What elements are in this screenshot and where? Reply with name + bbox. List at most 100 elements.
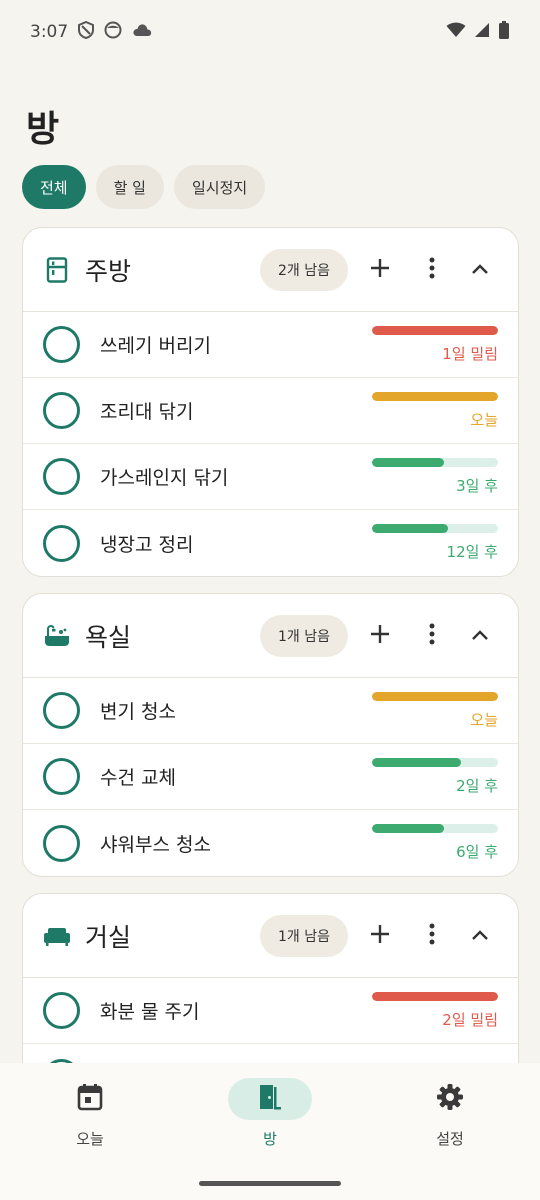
sofa-icon xyxy=(43,922,71,950)
due-progress-bar xyxy=(372,757,498,767)
room-header[interactable]: 거실 1개 남음 xyxy=(23,894,518,978)
task-status: 12일 후 xyxy=(372,524,498,562)
plus-icon xyxy=(369,623,391,649)
due-progress-bar xyxy=(372,325,498,335)
task-status: 1일 밀림 xyxy=(372,325,498,364)
plus-icon xyxy=(369,923,391,949)
task-row[interactable]: 변기 청소 오늘 xyxy=(23,678,518,744)
task-row[interactable]: 냉장고 정리 12일 후 xyxy=(23,510,518,576)
filter-chips: 전체 할 일 일시정지 xyxy=(22,165,266,209)
shield-icon xyxy=(78,20,95,44)
collapse-button[interactable] xyxy=(460,616,500,656)
due-progress-fill xyxy=(372,757,462,767)
add-task-button[interactable] xyxy=(360,916,400,956)
nav-label-settings: 설정 xyxy=(436,1130,464,1148)
task-name: 조리대 닦기 xyxy=(100,401,194,423)
due-progress-fill xyxy=(372,325,498,335)
complete-checkbox[interactable] xyxy=(43,392,80,429)
task-name: 샤워부스 청소 xyxy=(100,833,211,856)
due-progress-fill xyxy=(372,524,448,533)
task-name: 화분 물 주기 xyxy=(100,1001,200,1023)
plus-icon xyxy=(369,257,391,283)
bathtub-icon xyxy=(43,622,71,650)
cloud-icon xyxy=(132,22,152,42)
room-name: 주방 xyxy=(85,256,132,286)
due-label: 3일 후 xyxy=(456,476,498,495)
complete-checkbox[interactable] xyxy=(43,458,80,495)
filter-chip-paused[interactable]: 일시정지 xyxy=(173,165,266,209)
more-vert-icon xyxy=(429,923,435,949)
task-row[interactable] xyxy=(23,1044,518,1063)
task-name: 가스레인지 닦기 xyxy=(100,467,229,489)
calendar-icon xyxy=(77,1083,103,1115)
more-options-button[interactable] xyxy=(412,616,452,656)
more-options-button[interactable] xyxy=(412,916,452,956)
task-status: 오늘 xyxy=(372,691,498,730)
add-task-button[interactable] xyxy=(360,250,400,290)
collapse-button[interactable] xyxy=(460,916,500,956)
due-progress-fill xyxy=(372,824,444,833)
nav-pill xyxy=(48,1078,132,1120)
task-status: 2일 후 xyxy=(372,757,498,796)
due-progress-bar xyxy=(372,524,498,533)
complete-checkbox[interactable] xyxy=(43,326,80,363)
due-progress-fill xyxy=(372,691,498,701)
task-row[interactable]: 샤워부스 청소 6일 후 xyxy=(23,810,518,876)
due-progress-bar xyxy=(372,824,498,833)
wifi-icon xyxy=(446,22,466,43)
chevron-up-icon xyxy=(471,926,489,945)
filter-chip-todo[interactable]: 할 일 xyxy=(95,165,164,209)
page-title: 방 xyxy=(26,109,60,150)
room-name: 욕실 xyxy=(85,622,132,652)
complete-checkbox[interactable] xyxy=(43,824,80,862)
task-row[interactable]: 조리대 닦기 오늘 xyxy=(23,378,518,444)
due-progress-fill xyxy=(372,391,498,401)
due-progress-bar xyxy=(372,691,498,701)
room-list[interactable]: 주방 2개 남음 쓰레기 버리기 1일 밀림 조리대 닦기 오늘 가스레인지 닦기 3일 후냉… xyxy=(22,227,519,1063)
nav-pill xyxy=(228,1078,312,1120)
more-vert-icon xyxy=(429,623,435,649)
task-row[interactable]: 가스레인지 닦기 3일 후 xyxy=(23,444,518,510)
remaining-badge: 1개 남음 xyxy=(260,614,348,657)
due-label: 오늘 xyxy=(470,710,498,729)
task-row[interactable]: 수건 교체 2일 후 xyxy=(23,744,518,810)
more-options-button[interactable] xyxy=(412,250,452,290)
complete-checkbox[interactable] xyxy=(43,692,80,729)
task-status: 3일 후 xyxy=(372,457,498,496)
task-status: 오늘 xyxy=(372,391,498,430)
task-name: 냉장고 정리 xyxy=(100,533,194,556)
due-label: 1일 밀림 xyxy=(442,344,498,363)
nav-label-rooms: 방 xyxy=(263,1130,277,1148)
task-row[interactable]: 화분 물 주기 2일 밀림 xyxy=(23,978,518,1044)
room-header[interactable]: 욕실 1개 남음 xyxy=(23,594,518,678)
due-progress-bar xyxy=(372,991,498,1001)
door-icon xyxy=(257,1083,283,1115)
task-status: 2일 밀림 xyxy=(372,991,498,1030)
due-progress-fill xyxy=(372,991,498,1001)
room-card: 거실 1개 남음화분 물 주기 2일 밀림 xyxy=(22,893,519,1063)
complete-checkbox[interactable] xyxy=(43,758,80,795)
task-name: 변기 청소 xyxy=(100,701,176,723)
room-card: 욕실 1개 남음변기 청소 오늘수건 교체 2일 후샤워부스 청소 6일 후 xyxy=(22,593,519,877)
due-progress-bar xyxy=(372,391,498,401)
due-label: 2일 후 xyxy=(456,776,498,795)
gesture-bar[interactable] xyxy=(199,1181,341,1186)
due-label: 오늘 xyxy=(470,410,498,429)
complete-checkbox[interactable] xyxy=(43,524,80,562)
nav-item-settings[interactable]: 설정 xyxy=(390,1078,510,1200)
collapse-button[interactable] xyxy=(460,250,500,290)
bottom-nav: 오늘 방 설정 xyxy=(0,1063,540,1200)
task-name: 쓰레기 버리기 xyxy=(100,335,211,357)
task-name: 수건 교체 xyxy=(100,767,176,789)
complete-checkbox[interactable] xyxy=(43,992,80,1029)
status-time: 3:07 xyxy=(30,22,69,42)
face-icon xyxy=(104,21,122,44)
chevron-up-icon xyxy=(471,626,489,645)
filter-chip-all[interactable]: 전체 xyxy=(22,165,86,209)
add-task-button[interactable] xyxy=(360,616,400,656)
room-header[interactable]: 주방 2개 남음 xyxy=(23,228,518,312)
status-bar: 3:07 xyxy=(0,0,540,64)
nav-item-today[interactable]: 오늘 xyxy=(30,1078,150,1200)
task-row[interactable]: 쓰레기 버리기 1일 밀림 xyxy=(23,312,518,378)
task-status: 6일 후 xyxy=(372,824,498,862)
